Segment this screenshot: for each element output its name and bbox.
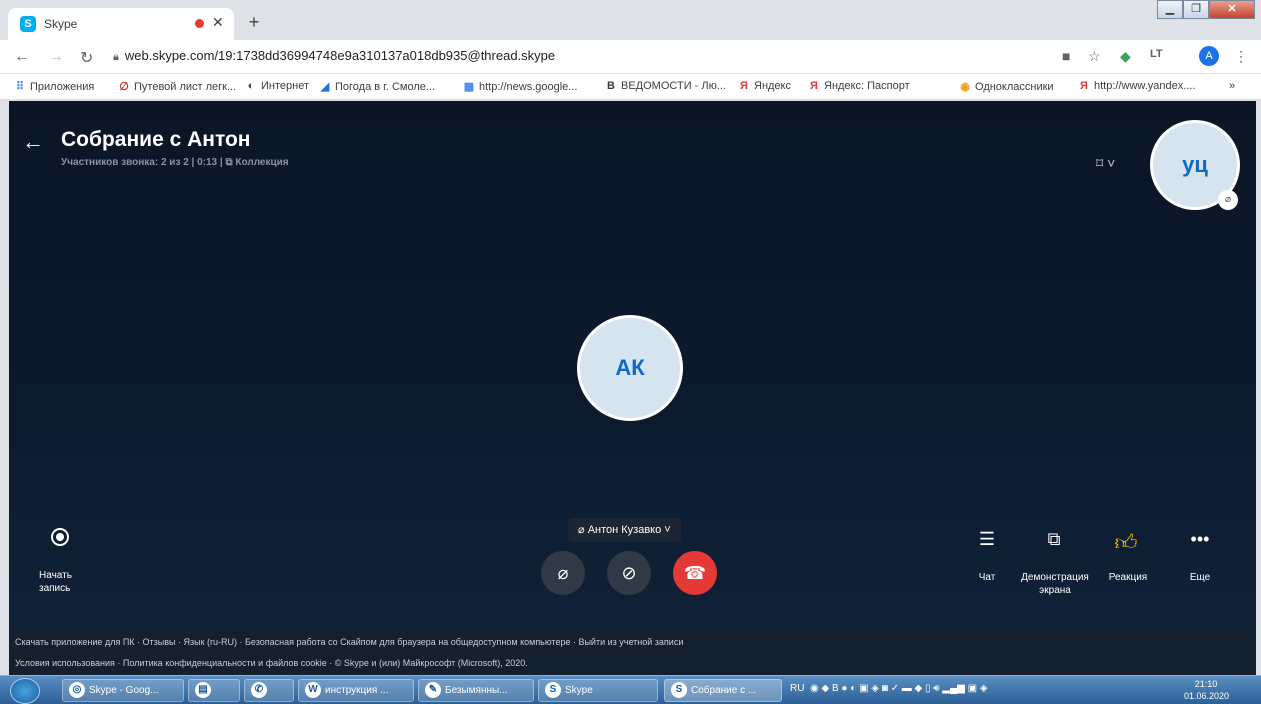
taskbar-item[interactable]: S Skype	[538, 679, 658, 702]
bookmark-item[interactable]: ◐ Интернет	[245, 80, 309, 92]
bookmarks-bar: ⠿ Приложения ∅ Путевой лист легк... ◐ Интер…	[0, 74, 1261, 100]
maximize-button[interactable]: ❐	[1183, 0, 1209, 19]
word-icon: W	[305, 682, 321, 699]
weather-icon: ◢	[320, 81, 330, 93]
bookmark-item[interactable]: ◉ Одноклассники	[959, 80, 1053, 93]
bookmark-item[interactable]: ⠿ Приложения	[14, 80, 94, 93]
clock-time: 21:10	[1194, 679, 1218, 689]
more-label: Еще	[1189, 572, 1211, 583]
muted-mic-icon: ⌀	[578, 524, 588, 536]
bookmark-item[interactable]: Яhttp://www.yandex....	[1078, 80, 1195, 92]
back-icon[interactable]: ←	[14, 48, 30, 66]
bookmark-item[interactable]: Я Яндекс	[738, 80, 791, 92]
skype-favicon-icon: S	[20, 16, 36, 32]
call-title: Собрание с Антон	[61, 128, 251, 151]
taskbar-item[interactable]: ✎ Безымянны...	[418, 679, 534, 702]
lock-icon: 🔒︎	[113, 51, 119, 63]
call-stage: ← Собрание с Антон Участников звонка: 2 …	[9, 101, 1256, 629]
reload-icon[interactable]: ↻	[80, 48, 93, 68]
end-call-button[interactable]: ☎	[673, 551, 717, 595]
reaction-label: Реакция	[1108, 572, 1148, 583]
call-subtitle: Участников звонка: 2 из 2 | 0:13 | ⧉ Кол…	[61, 157, 289, 168]
globe-icon: ◐	[247, 80, 255, 92]
tab-title: Skype	[44, 17, 78, 31]
yandex-passport-icon: Я	[810, 80, 818, 92]
b-icon: B	[607, 80, 615, 92]
paint-icon: ✎	[425, 682, 441, 699]
screen-share-icon[interactable]: ⧉	[1042, 529, 1066, 550]
footer-links-2[interactable]: Условия использования · Политика конфиде…	[15, 658, 528, 668]
speaker-badge[interactable]: ⌀ Антон Кузавко ˅	[568, 518, 681, 542]
apps-icon: ⠿	[15, 81, 25, 93]
tab-skype[interactable]: S Skype ✕	[8, 8, 234, 40]
url-text: web.skype.com/19:1738dd36994748e9a310137…	[124, 48, 556, 63]
taskbar: ◎ Skype - Goog... ▤ ✆ Wинструкция ... ✎ Бе…	[0, 675, 1261, 704]
back-arrow-icon[interactable]: ←	[22, 129, 44, 155]
camera-icon[interactable]: ■	[1062, 48, 1070, 64]
more-bookmarks-button[interactable]: »	[1229, 80, 1235, 92]
thumbs-up-icon[interactable]: 👍︎	[1114, 529, 1138, 556]
yandex-icon: Я	[1080, 80, 1088, 92]
tab-close-icon[interactable]: ✕	[212, 14, 224, 31]
translate-icon[interactable]: LT	[1150, 48, 1163, 60]
news-icon: ▦	[463, 81, 475, 93]
hang-up-icon: ☎	[683, 563, 707, 583]
more-icon[interactable]: •••	[1189, 529, 1211, 550]
yandex-icon: Я	[740, 80, 748, 92]
windows-start-button[interactable]	[10, 678, 40, 704]
forward-icon[interactable]: →	[48, 48, 64, 66]
minimize-button[interactable]: ▁	[1157, 0, 1183, 19]
star-icon[interactable]: ☆	[1088, 48, 1101, 65]
taskbar-item[interactable]: ✆	[244, 679, 294, 702]
system-clock[interactable]: 21:10 01.06.2020	[1184, 678, 1230, 702]
bookmark-item[interactable]: ▦ http://news.google...	[463, 80, 578, 93]
camera-toggle-button[interactable]: ⊘	[607, 551, 651, 595]
viber-icon: ✆	[251, 682, 267, 699]
window-controls: ▁ ❐ ✕	[1157, 0, 1255, 19]
chat-icon[interactable]: ☰	[977, 529, 997, 550]
tray-icons[interactable]: ◉ ◆ B ● ◐ ▣ ◈ ◙ ✓ ▬ ◆ ▯ 🔊︎ ▂▄▆ ▣ ◈	[810, 683, 988, 694]
mic-off-icon: ⌀	[557, 563, 569, 583]
address-bar: ← → ↻ 🔒︎ web.skype.com/19:1738dd36994748e…	[0, 40, 1261, 74]
profile-avatar[interactable]: A	[1199, 46, 1219, 66]
taskbar-item[interactable]: Wинструкция ...	[298, 679, 414, 702]
chevron-down-icon: ˅	[661, 524, 671, 536]
browser-tab-bar: S Skype ✕ + ▁ ❐ ✕	[0, 0, 1261, 40]
start-recording-button[interactable]	[51, 528, 69, 546]
chrome-icon: ◎	[69, 682, 85, 699]
skype-icon: S	[545, 682, 561, 699]
menu-icon[interactable]: ⋮	[1234, 48, 1248, 65]
language-indicator[interactable]: RU	[790, 683, 804, 694]
peer-avatar: АК	[577, 315, 683, 421]
taskbar-item[interactable]: ▤	[188, 679, 240, 702]
close-window-button[interactable]: ✕	[1209, 0, 1255, 19]
bookmark-item[interactable]: ∅ Путевой лист легк...	[118, 80, 236, 93]
skype-icon: S	[671, 682, 687, 699]
ok-icon: ◉	[960, 81, 970, 93]
bookmark-item[interactable]: B ВЕДОМОСТИ - Лю...	[605, 80, 726, 92]
layout-toggle-icon[interactable]: ⌑ ˅	[1096, 155, 1115, 172]
chat-label: Чат	[978, 572, 996, 583]
clock-date: 01.06.2020	[1184, 691, 1230, 701]
self-muted-mic-icon: ⌀	[1218, 190, 1238, 210]
taskbar-item[interactable]: ◎ Skype - Goog...	[62, 679, 184, 702]
screen-share-label: Демонстрация экрана	[1021, 572, 1089, 596]
system-tray: RU ◉ ◆ B ● ◐ ▣ ◈ ◙ ✓ ▬ ◆ ▯ 🔊︎ ▂▄▆ ▣ ◈	[790, 683, 988, 694]
taskbar-item[interactable]: S Собрание с ...	[664, 679, 782, 702]
recording-indicator-icon	[195, 19, 204, 28]
camera-off-icon: ⊘	[621, 563, 637, 583]
start-recording-label: Начать запись	[39, 570, 72, 594]
leaf-icon: ∅	[119, 81, 129, 93]
footer-links-1[interactable]: Скачать приложение для ПК · Отзывы · Язы…	[15, 637, 683, 647]
page-footer: Скачать приложение для ПК · Отзывы · Язы…	[9, 629, 1256, 675]
bookmark-item[interactable]: ◢ Погода в г. Смоле...	[319, 80, 435, 93]
folder-icon: ▤	[195, 682, 211, 699]
extension-icon[interactable]: ◆	[1120, 48, 1131, 65]
mic-toggle-button[interactable]: ⌀	[541, 551, 585, 595]
new-tab-button[interactable]: +	[243, 12, 265, 34]
bookmark-item[interactable]: Я Яндекс: Паспорт	[808, 80, 910, 92]
url-field[interactable]: 🔒︎ web.skype.com/19:1738dd36994748e9a3101…	[113, 48, 555, 64]
